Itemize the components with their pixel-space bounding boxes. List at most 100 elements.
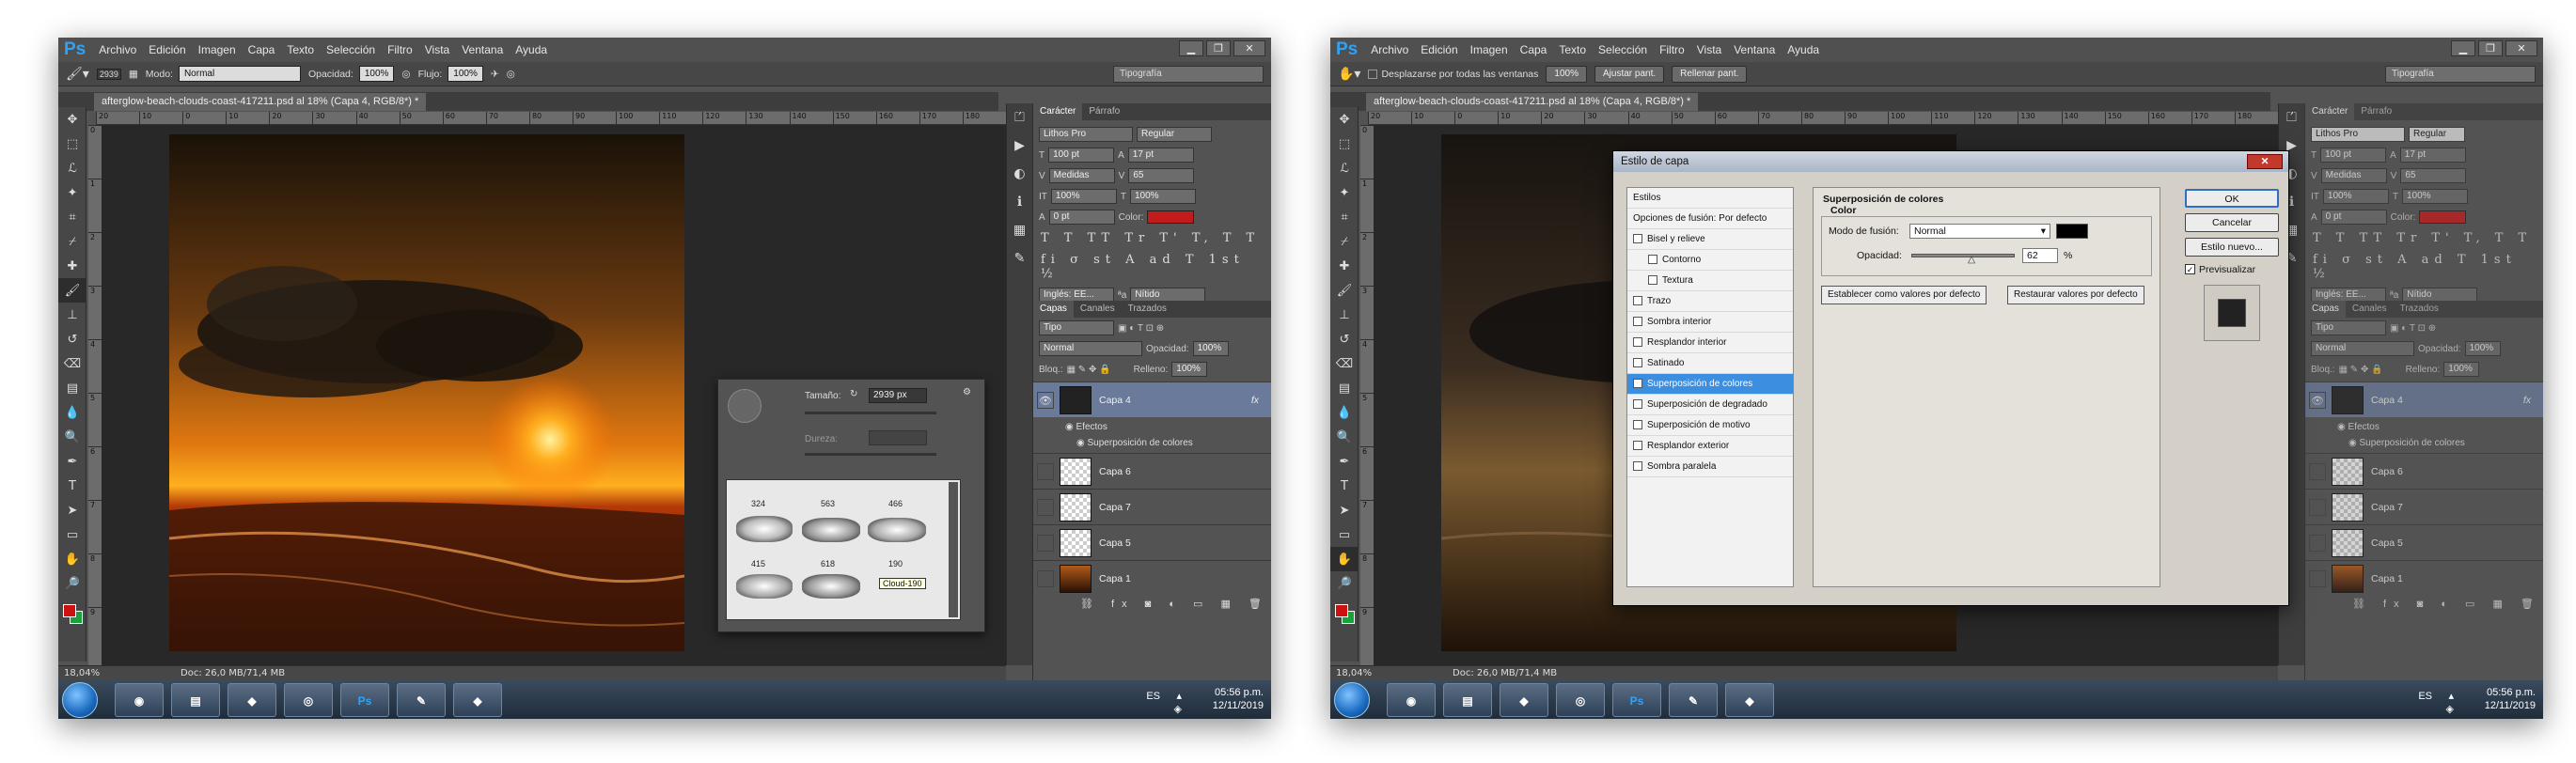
layer-name[interactable]: Capa 6 [1099,466,1131,477]
layer-filter-select[interactable]: Tipo [2311,320,2386,335]
menu-imagen[interactable]: Imagen [198,43,236,56]
style-item-inner-glow[interactable]: Resplandor interior [1627,333,1793,353]
visibility-eye-icon[interactable] [2309,462,2326,480]
healing-tool-icon[interactable]: ✚ [58,254,86,278]
new-style-button[interactable]: Estilo nuevo... [2185,238,2279,257]
zoom-tool-icon[interactable]: 🔎 [1330,571,1359,596]
blend-mode-select[interactable]: Normal ▾ [1909,224,2050,239]
zoom-level[interactable]: 18,04% [1336,666,1372,681]
checkbox-icon[interactable] [1633,234,1642,244]
checkbox-icon[interactable] [1633,399,1642,410]
layer-name[interactable]: Capa 5 [2371,537,2403,549]
marquee-tool-icon[interactable]: ⬚ [58,132,86,156]
size-field[interactable]: 2939 px [869,388,927,403]
size-slider[interactable] [805,412,936,414]
blur-tool-icon[interactable]: 💧 [1330,400,1359,425]
crop-tool-icon[interactable]: ⌗ [1330,205,1359,229]
color-swatches-icon[interactable] [1330,596,1359,633]
lock-icons[interactable]: ▦ ✎ ✥ 🔒 [1067,365,1111,375]
magic-wand-icon[interactable]: ✦ [58,180,86,205]
restore-icon[interactable]: ❐ [2478,40,2503,56]
dodge-tool-icon[interactable]: 🔍 [1330,425,1359,449]
chrome-icon[interactable]: ◎ [284,683,333,717]
font-family-select[interactable]: Lithos Pro [2311,127,2405,142]
opacity-field[interactable]: 62 [2022,248,2058,263]
restore-icon[interactable]: ❐ [1206,40,1231,56]
visibility-eye-icon[interactable]: 👁 [1037,391,1054,409]
layer-row[interactable]: Capa 5 [2305,524,2543,560]
baseline-field[interactable]: 0 pt [2320,210,2387,225]
eye-icon[interactable]: ◉ [1065,422,1076,432]
eyedropper-icon[interactable]: ⌿ [1330,229,1359,254]
checkbox-checked-icon[interactable]: ✓ [2185,264,2195,274]
minimize-icon[interactable]: ▁ [1179,40,1203,56]
layer-opacity-field[interactable]: 100% [1192,341,1229,356]
minimize-icon[interactable]: ▁ [2451,40,2475,56]
zoom-level[interactable]: 18,04% [64,666,100,681]
layer-row[interactable]: Capa 7 [2305,489,2543,524]
start-button-icon[interactable] [1334,682,1370,718]
filter-icons[interactable]: ▣ ◐ T ⊡ ⊕ [2390,323,2436,334]
hardness-slider[interactable] [805,453,936,456]
preset-415[interactable]: 415 [751,559,765,568]
checkbox-icon[interactable] [1633,296,1642,306]
lasso-tool-icon[interactable]: ℒ [58,156,86,180]
layer-name[interactable]: Capa 4 [2371,395,2403,406]
flow-field[interactable]: 100% [448,66,483,82]
layer-row[interactable]: Capa 7 [1033,489,1271,524]
brush-tool-icon[interactable]: 🖌 [1330,278,1359,303]
menu-ayuda[interactable]: Ayuda [515,43,547,56]
layer-name[interactable]: Capa 1 [2371,573,2403,584]
font-family-select[interactable]: Lithos Pro [1039,127,1133,142]
layer-row[interactable]: Capa 1 [1033,560,1271,596]
clock-time[interactable]: 05:56 p.m. [1213,686,1264,699]
workspace-select[interactable]: Tipografía [1113,66,1264,83]
opacity-field[interactable]: 100% [358,66,395,82]
path-select-icon[interactable]: ➤ [1330,498,1359,522]
text-style-buttons[interactable]: T T TT Tr T' T, T T [2305,227,2543,249]
layer-footer-icons[interactable]: ⛓ fx ◙ ◐ ▭ ▦ 🗑 [2352,598,2541,610]
effects-row[interactable]: ◉ Efectos [2305,419,2543,435]
pen-tool-icon[interactable]: ✒ [1330,449,1359,474]
mode-select[interactable]: Normal [178,66,301,82]
brush-tool-icon[interactable]: 🖌▾ [66,66,89,82]
styles-header[interactable]: Estilos [1627,188,1793,209]
shape-tool-icon[interactable]: ▭ [1330,522,1359,547]
menu-filtro[interactable]: Filtro [1659,43,1685,56]
visibility-eye-icon[interactable] [1037,498,1054,516]
brush-panel-icon[interactable]: ▦ [129,69,138,80]
layer-footer-icons[interactable]: ⛓ fx ◙ ◐ ▭ ▦ 🗑 [1080,598,1269,610]
airbrush-icon[interactable]: ✈ [491,69,499,80]
tray-icons[interactable]: ▴ ◈ ◆ ◄ [2443,690,2457,719]
shape-tool-icon[interactable]: ▭ [58,522,86,547]
menu-ventana[interactable]: Ventana [462,43,503,56]
font-style-select[interactable]: Regular [2409,127,2465,142]
move-tool-icon[interactable]: ✥ [1330,107,1359,132]
leading-field[interactable]: 17 pt [1127,148,1194,163]
visibility-eye-icon[interactable] [2309,569,2326,587]
lock-icons[interactable]: ▦ ✎ ✥ 🔒 [2339,365,2383,375]
leading-field[interactable]: 17 pt [2399,148,2466,163]
style-item-bevel[interactable]: Bisel y relieve [1627,229,1793,250]
menu-texto[interactable]: Texto [1559,43,1586,56]
preset-466[interactable]: 466 [888,499,903,508]
healing-tool-icon[interactable]: ✚ [1330,254,1359,278]
settings-gear-icon[interactable]: ⚙ [963,387,971,397]
crop-tool-icon[interactable]: ⌗ [58,205,86,229]
set-default-button[interactable]: Establecer como valores por defecto [1821,286,1987,304]
filter-icons[interactable]: ▣ ◐ T ⊡ ⊕ [1118,323,1164,334]
stamp-tool-icon[interactable]: ⊥ [58,303,86,327]
visibility-eye-icon[interactable]: 👁 [2309,391,2326,409]
text-style-buttons[interactable]: T T TT Tr T' T, T T [1033,227,1271,249]
zoom-tool-icon[interactable]: 🔎 [58,571,86,596]
hardness-field[interactable] [869,430,927,445]
fx-icon[interactable]: fx [1251,395,1259,406]
tracking-field[interactable]: 65 [2400,168,2467,183]
opentype-buttons[interactable]: fi σ st A ad T 1st ½ [2305,249,2543,285]
menu-imagen[interactable]: Imagen [1470,43,1508,56]
font-size-field[interactable]: 100 pt [1048,148,1115,163]
path-select-icon[interactable]: ➤ [58,498,86,522]
vertical-scale-field[interactable]: 100% [2322,189,2389,204]
workspace-select[interactable]: Tipografía [2385,66,2536,83]
stamp-tool-icon[interactable]: ⊥ [1330,303,1359,327]
